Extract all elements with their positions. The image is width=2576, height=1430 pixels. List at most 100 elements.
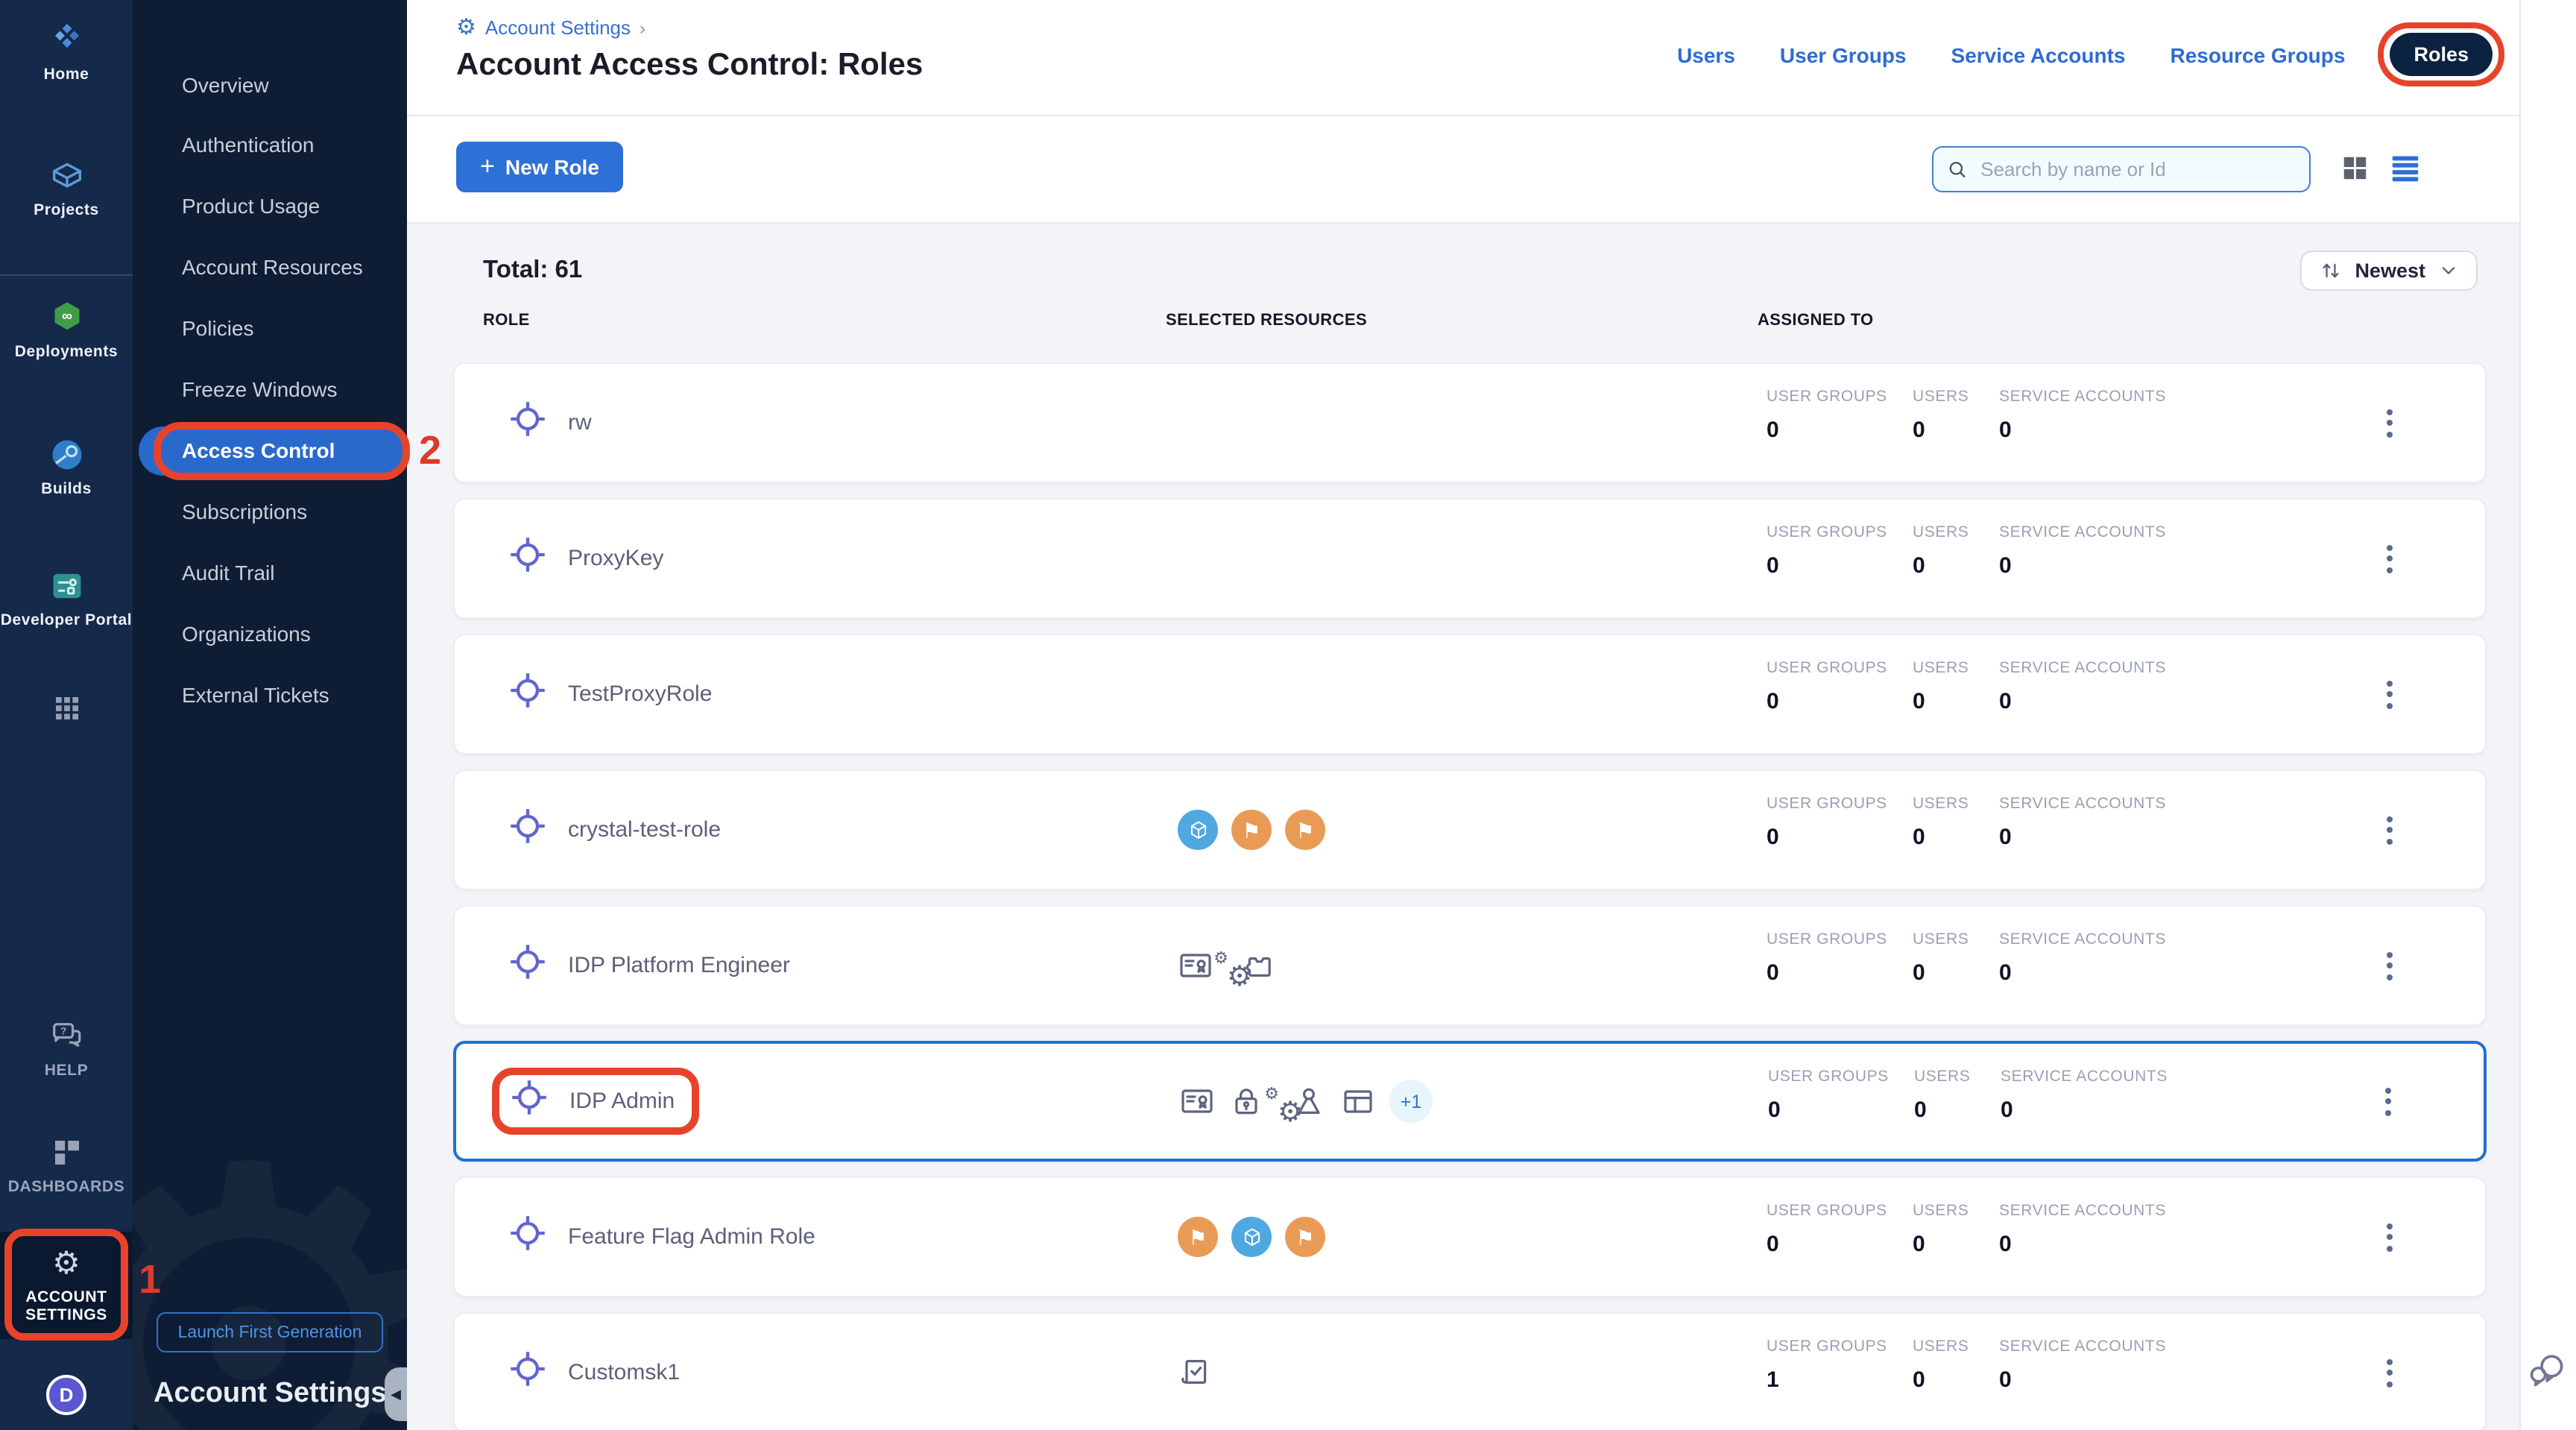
service-accounts-count: 0 — [1999, 1232, 2208, 1257]
rail-item-module-selector[interactable] — [0, 689, 133, 728]
sidebar-item-overview[interactable]: Overview — [133, 64, 407, 106]
role-name: rw — [568, 410, 592, 435]
rail-item-deployments[interactable]: ∞Deployments — [0, 298, 133, 361]
users-count: 0 — [1913, 418, 1999, 443]
service-accounts-count: 0 — [1999, 418, 2208, 443]
right-strip — [2519, 0, 2576, 1430]
avatar[interactable]: D — [46, 1375, 86, 1415]
row-menu-button[interactable] — [2378, 535, 2402, 582]
users-count: 0 — [1913, 689, 1999, 714]
tab-user-groups[interactable]: User Groups — [1780, 42, 1907, 66]
tab-roles[interactable]: Roles — [2390, 33, 2493, 76]
sidebar-item-organizations[interactable]: Organizations — [133, 613, 407, 655]
left-rail: Home Projects ∞Deployments Builds Developer … — [0, 0, 133, 1430]
row-menu-button[interactable] — [2376, 1078, 2400, 1124]
user-groups-count: 0 — [1767, 825, 1913, 850]
breadcrumb-link[interactable]: Account Settings — [485, 16, 631, 39]
page-title: Account Access Control: Roles — [456, 48, 923, 84]
tab-resource-groups[interactable]: Resource Groups — [2171, 42, 2346, 66]
sidebar-item-authentication[interactable]: Authentication — [133, 124, 407, 166]
role-row-rw[interactable]: rwUSER GROUPS0USERS0SERVICE ACCOUNTS0 — [453, 362, 2487, 483]
tab-users[interactable]: Users — [1677, 42, 1735, 66]
row-menu-button[interactable] — [2378, 807, 2402, 853]
role-name: crystal-test-role — [568, 817, 721, 842]
search-icon — [1947, 157, 1969, 181]
role-name: Customsk1 — [568, 1360, 680, 1385]
assigned-to: USER GROUPS0USERS0SERVICE ACCOUNTS0 — [1767, 523, 2208, 579]
list-view-icon[interactable] — [2390, 152, 2421, 183]
user-groups-count: 1 — [1767, 1367, 1913, 1393]
selected-resources: ⚙⚙ — [1178, 907, 1276, 1024]
sidebar-item-external-tickets[interactable]: External Tickets — [133, 674, 407, 716]
sidebar-item-freeze-windows[interactable]: Freeze Windows — [133, 368, 407, 410]
role-row-crystal-test-role[interactable]: crystal-test-role⚑⚑USER GROUPS0USERS0SER… — [453, 769, 2487, 890]
rail-item-home[interactable]: Home — [0, 21, 133, 84]
annotation-step-1: 1 — [139, 1257, 161, 1303]
role-target-icon — [508, 1349, 547, 1396]
launch-first-generation-button[interactable]: Launch First Generation — [157, 1312, 383, 1352]
chat-widget-icon[interactable] — [2525, 1349, 2570, 1402]
environments-icon — [1231, 1217, 1272, 1257]
toolbar: + New Role — [407, 116, 2519, 224]
feature-flags-icon: ⚑ — [1178, 1217, 1218, 1257]
roles-list-area: Total: 61 Newest ROLE SELECTED RESOURCES… — [407, 224, 2519, 1430]
row-menu-button[interactable] — [2378, 671, 2402, 717]
sort-dropdown[interactable]: Newest — [2299, 251, 2478, 291]
assigned-to: USER GROUPS1USERS0SERVICE ACCOUNTS0 — [1767, 1338, 2208, 1393]
rail-item-developer-portal[interactable]: Developer Portal — [0, 567, 133, 629]
users-count: 0 — [1914, 1097, 2001, 1123]
row-menu-button[interactable] — [2378, 1349, 2402, 1396]
service-accounts-count: 0 — [1999, 1367, 2208, 1393]
row-menu-button[interactable] — [2378, 1214, 2402, 1260]
role-name-cell: Feature Flag Admin Role — [508, 1178, 815, 1296]
sidebar-item-audit-trail[interactable]: Audit Trail — [133, 552, 407, 593]
role-name: ProxyKey — [568, 546, 663, 571]
role-target-icon — [508, 942, 547, 989]
role-row-idp-platform-engineer[interactable]: IDP Platform Engineer⚙⚙USER GROUPS0USERS… — [453, 905, 2487, 1026]
search-input[interactable] — [1977, 157, 2296, 182]
sidebar-item-policies[interactable]: Policies — [133, 307, 407, 349]
sidebar-item-access-control[interactable]: Access Control — [139, 426, 407, 476]
user-groups-count: 0 — [1767, 689, 1913, 714]
rail-item-dashboards[interactable]: DASHBOARDS — [0, 1133, 133, 1196]
sidebar-item-account-resources[interactable]: Account Resources — [133, 246, 407, 288]
rail-divider — [0, 274, 133, 276]
feature-flags-icon: ⚑ — [1231, 810, 1272, 850]
role-row-feature-flag-admin-role[interactable]: Feature Flag Admin Role⚑⚑USER GROUPS0USE… — [453, 1177, 2487, 1297]
role-target-icon — [508, 535, 547, 582]
lock-icon — [1228, 1083, 1264, 1119]
breadcrumb[interactable]: ⚙ Account Settings › — [456, 16, 645, 39]
sidebar-collapse-handle[interactable]: ◀ — [385, 1367, 407, 1421]
role-name: IDP Admin — [569, 1089, 675, 1114]
plus-icon: + — [480, 152, 495, 182]
column-role: ROLE — [483, 312, 530, 330]
role-name: TestProxyRole — [568, 681, 712, 707]
rail-item-projects[interactable]: Projects — [0, 157, 133, 219]
layout-icon — [1340, 1083, 1376, 1119]
row-menu-button[interactable] — [2378, 400, 2402, 446]
rail-item-builds[interactable]: Builds — [0, 435, 133, 498]
rail-item-account-settings[interactable]: ⚙ACCOUNTSETTINGS — [0, 1232, 133, 1339]
service-accounts-count: 0 — [2001, 1097, 2209, 1123]
sidebar-item-subscriptions[interactable]: Subscriptions — [133, 491, 407, 532]
rail-item-help[interactable]: ?HELP — [0, 1017, 133, 1080]
role-row-proxykey[interactable]: ProxyKey USER GROUPS0USERS0SERVICE ACCOUN… — [453, 498, 2487, 619]
row-menu-button[interactable] — [2378, 942, 2402, 989]
sidebar-item-product-usage[interactable]: Product Usage — [133, 185, 407, 227]
assigned-to: USER GROUPS0USERS0SERVICE ACCOUNTS0 — [1767, 930, 2208, 986]
settings-sidebar: ⚙ OverviewAuthenticationProduct UsageAcc… — [133, 0, 407, 1430]
role-row-customsk1[interactable]: Customsk1 USER GROUPS1USERS0SERVICE ACCOU… — [453, 1312, 2487, 1430]
account-settings-gear-icon: ⚙ — [456, 16, 476, 39]
user-avatar[interactable]: D — [0, 1375, 133, 1415]
user-groups-count: 0 — [1767, 960, 1913, 986]
tab-service-accounts[interactable]: Service Accounts — [1951, 42, 2126, 66]
grid-view-icon[interactable] — [2339, 152, 2370, 183]
role-name-cell: rw — [508, 364, 592, 482]
service-accounts-count: 0 — [1999, 960, 2208, 986]
breadcrumb-separator: › — [640, 17, 645, 38]
role-row-testproxyrole[interactable]: TestProxyRoleUSER GROUPS0USERS0SERVICE A… — [453, 634, 2487, 755]
projects-icon — [0, 157, 133, 195]
new-role-button[interactable]: + New Role — [456, 142, 623, 192]
role-row-idp-admin[interactable]: IDP Admin⚙⚙+1USER GROUPS0USERS0SERVICE A… — [453, 1041, 2487, 1162]
service-accounts-count: 0 — [1999, 689, 2208, 714]
